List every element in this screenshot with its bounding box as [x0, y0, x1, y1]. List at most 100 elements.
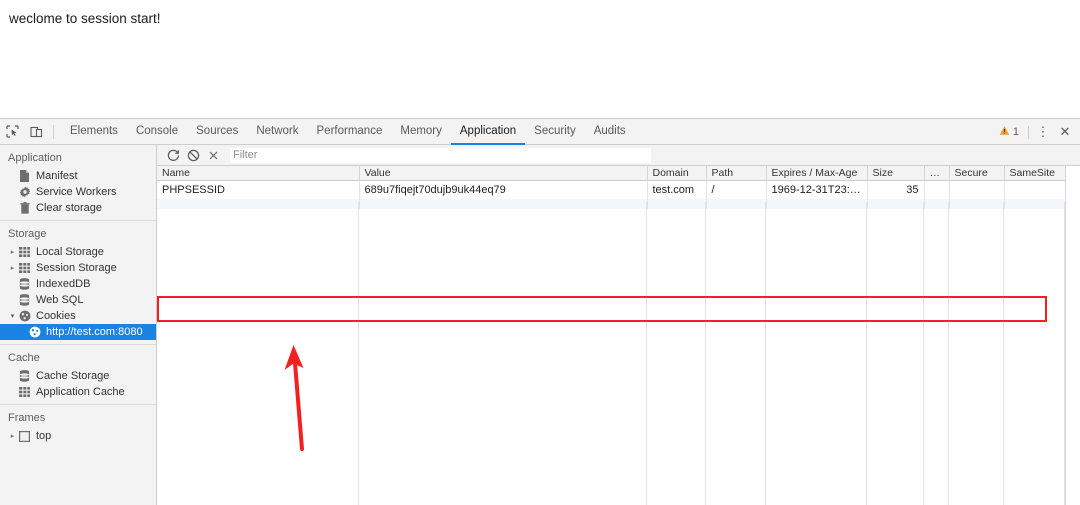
- column-header-size[interactable]: Size: [867, 166, 925, 181]
- tab-sources[interactable]: Sources: [187, 120, 247, 145]
- sidebar-section-cache-title: Cache: [8, 352, 40, 364]
- table-row[interactable]: PHPSESSID 689u7fiqejt70dujb9uk44eq79 tes…: [157, 180, 1066, 199]
- delete-icon[interactable]: [203, 146, 223, 165]
- panel-right-edge: [1065, 166, 1066, 505]
- sidebar-item-label: http://test.com:8080: [46, 325, 143, 338]
- devtools-tabbar: Elements Console Sources Network Perform…: [0, 119, 1080, 145]
- database-icon: [18, 370, 31, 383]
- cell-secure[interactable]: [949, 180, 1005, 199]
- cookies-panel: Name Value Domain Path Expires / Max-Age…: [157, 145, 1080, 505]
- chevron-right-icon[interactable]: ▸: [8, 264, 17, 272]
- sidebar-item-manifest[interactable]: Manifest: [0, 168, 156, 184]
- cookies-table[interactable]: Name Value Domain Path Expires / Max-Age…: [157, 166, 1066, 209]
- cell-size[interactable]: 35: [867, 180, 925, 199]
- table-icon: [18, 386, 31, 399]
- sidebar-item-label: Cookies: [36, 309, 76, 322]
- sidebar-item-top-frame[interactable]: ▸ top: [0, 428, 156, 444]
- column-header-samesite[interactable]: SameSite: [1004, 166, 1066, 181]
- tab-label: Audits: [593, 125, 626, 137]
- sidebar-item-indexeddb[interactable]: IndexedDB: [0, 276, 156, 292]
- cell-expires[interactable]: 1969-12-31T23:59:5…: [766, 180, 868, 199]
- sidebar-item-label: Web SQL: [36, 293, 84, 306]
- tab-security[interactable]: Security: [525, 120, 585, 145]
- sidebar-item-label: Manifest: [36, 169, 78, 182]
- table-column-guides: [157, 202, 1065, 505]
- database-icon: [18, 294, 31, 307]
- application-sidebar[interactable]: Application Manifest Service Workers Cle…: [0, 145, 157, 505]
- tab-elements[interactable]: Elements: [61, 120, 127, 145]
- tab-label: Elements: [70, 125, 118, 137]
- trash-icon: [18, 202, 31, 215]
- sidebar-section-application-title: Application: [8, 152, 62, 164]
- devtools-menu-icon[interactable]: ⋮: [1032, 121, 1054, 143]
- sidebar-item-application-cache[interactable]: Application Cache: [0, 384, 156, 400]
- sidebar-item-cookies[interactable]: ▾ Cookies: [0, 308, 156, 324]
- tab-label: Performance: [316, 125, 383, 137]
- cell-value[interactable]: 689u7fiqejt70dujb9uk44eq79: [359, 180, 648, 199]
- table-icon: [18, 262, 31, 275]
- sidebar-item-local-storage[interactable]: ▸ Local Storage: [0, 244, 156, 260]
- cookie-icon: [28, 326, 41, 339]
- tab-audits[interactable]: Audits: [585, 120, 635, 145]
- filter-input[interactable]: [230, 147, 651, 163]
- column-header-value[interactable]: Value: [359, 166, 648, 181]
- tab-label: Sources: [196, 125, 239, 137]
- devtools-status-area: 1 ⋮ ✕: [993, 119, 1076, 145]
- chevron-right-icon[interactable]: ▸: [8, 248, 17, 256]
- toolbar-divider: [53, 124, 54, 139]
- chevron-right-icon[interactable]: ▸: [8, 432, 17, 440]
- inspect-element-icon[interactable]: [0, 120, 24, 144]
- close-icon[interactable]: ✕: [1054, 121, 1076, 143]
- sidebar-item-clear-storage[interactable]: Clear storage: [0, 200, 156, 216]
- tab-label: Console: [135, 125, 179, 137]
- sidebar-item-label: Cache Storage: [36, 369, 110, 382]
- chevron-down-icon[interactable]: ▾: [8, 312, 17, 320]
- gear-icon: [18, 186, 31, 199]
- cell-name[interactable]: PHPSESSID: [157, 180, 360, 199]
- warning-status[interactable]: 1: [993, 125, 1025, 139]
- sidebar-item-service-workers[interactable]: Service Workers: [0, 184, 156, 200]
- cell-empty: [359, 199, 648, 209]
- column-header-name[interactable]: Name: [157, 166, 360, 181]
- cookies-table-wrap[interactable]: Name Value Domain Path Expires / Max-Age…: [157, 166, 1080, 505]
- refresh-icon[interactable]: [163, 146, 183, 165]
- page-body-text: weclome to session start!: [9, 11, 161, 26]
- tab-network[interactable]: Network: [247, 120, 307, 145]
- devtools-body: Application Manifest Service Workers Cle…: [0, 145, 1080, 505]
- cell-domain[interactable]: test.com: [647, 180, 707, 199]
- warning-count: 1: [1012, 126, 1019, 138]
- tab-label: Memory: [400, 125, 442, 137]
- cell-overflow[interactable]: [924, 180, 950, 199]
- sidebar-item-label: Service Workers: [36, 185, 117, 198]
- tab-label: Application: [459, 125, 517, 137]
- cell-empty: [157, 199, 360, 209]
- sidebar-item-web-sql[interactable]: Web SQL: [0, 292, 156, 308]
- cookie-icon: [18, 310, 31, 323]
- device-toolbar-icon[interactable]: [24, 120, 48, 144]
- column-header-expires[interactable]: Expires / Max-Age: [766, 166, 868, 181]
- sidebar-section-frames-title: Frames: [8, 412, 46, 424]
- cell-empty: [924, 199, 950, 209]
- cell-empty: [867, 199, 925, 209]
- sidebar-item-cache-storage[interactable]: Cache Storage: [0, 368, 156, 384]
- cell-empty: [766, 199, 868, 209]
- cell-samesite[interactable]: [1004, 180, 1066, 199]
- sidebar-item-cookie-origin[interactable]: http://test.com:8080: [0, 324, 156, 340]
- tab-label: Network: [256, 125, 299, 137]
- sidebar-item-label: Session Storage: [36, 261, 117, 274]
- tab-console[interactable]: Console: [127, 120, 187, 145]
- warning-triangle-icon: [999, 125, 1010, 139]
- column-header-overflow[interactable]: …: [924, 166, 950, 181]
- column-header-secure[interactable]: Secure: [949, 166, 1005, 181]
- cell-empty: [949, 199, 1005, 209]
- column-header-path[interactable]: Path: [706, 166, 767, 181]
- sidebar-item-label: top: [36, 429, 52, 442]
- cell-path[interactable]: /: [706, 180, 767, 199]
- tab-performance[interactable]: Performance: [308, 120, 392, 145]
- clear-all-icon[interactable]: [183, 146, 203, 165]
- column-header-domain[interactable]: Domain: [647, 166, 707, 181]
- sidebar-item-session-storage[interactable]: ▸ Session Storage: [0, 260, 156, 276]
- tab-memory[interactable]: Memory: [391, 120, 451, 145]
- tab-application[interactable]: Application: [450, 120, 526, 145]
- cell-empty: [1004, 199, 1066, 209]
